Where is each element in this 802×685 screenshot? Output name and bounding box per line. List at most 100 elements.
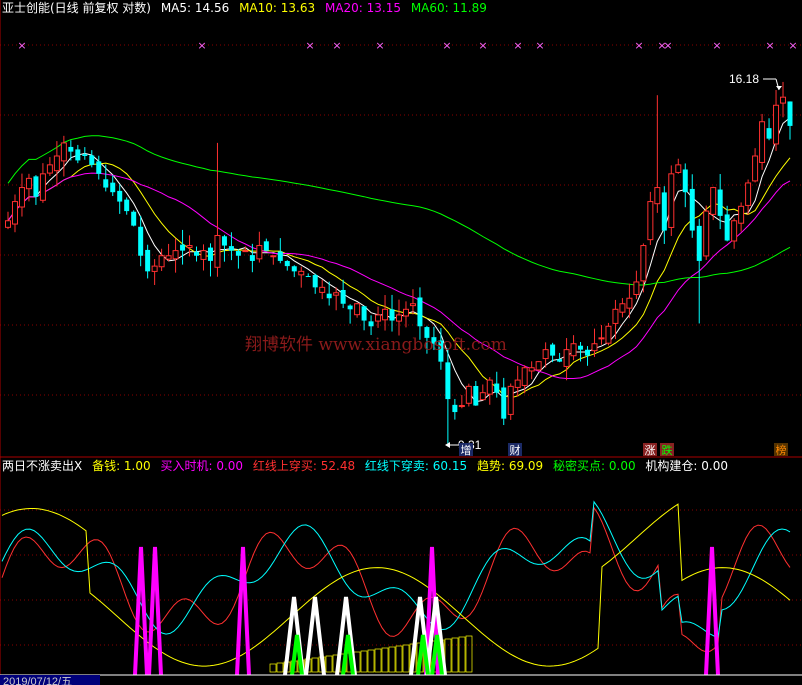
candle-body-up [298, 270, 305, 276]
candle-body-up [465, 385, 472, 404]
signal-marker: × [634, 39, 643, 52]
candle-body-down [33, 176, 39, 197]
candle-body-up [458, 405, 465, 408]
candle-body-up [5, 220, 11, 228]
candle-body-up [773, 104, 780, 145]
candle-body-down [452, 404, 458, 413]
candle-body-down [194, 251, 200, 256]
signal-marker: × [375, 39, 384, 52]
signal-marker: × [332, 39, 341, 52]
candle-body-up [780, 96, 787, 104]
candle-body-down [249, 255, 255, 261]
ma5-line [7, 117, 791, 403]
buy-time-spike [147, 546, 163, 676]
candle-body-down [361, 306, 367, 321]
candle-body-down [445, 362, 451, 400]
candle-body-up [151, 265, 158, 272]
candle-body-down [124, 199, 130, 212]
candle-body-down [766, 128, 772, 139]
candle-body-up [158, 255, 165, 268]
candle-body-down [689, 188, 695, 231]
candle-body-up [759, 121, 766, 163]
trend-bar [451, 637, 459, 673]
candle-body-up [53, 155, 60, 172]
candle-body-down [284, 260, 290, 267]
candle-body-up [535, 361, 542, 371]
indicator-item-red-up: 红线上穿买: 52.48 [252, 459, 356, 473]
candle-body-down [145, 249, 151, 272]
trend-bar [311, 657, 319, 673]
candle-body-up [402, 308, 409, 317]
candle-body-up [375, 314, 382, 322]
candle-body-down [368, 321, 374, 327]
moving-average-lines [7, 117, 791, 403]
candle-body-down [68, 146, 74, 152]
ma20-label: MA20: 13.15 [324, 1, 401, 15]
buy-time-spike [235, 546, 251, 676]
candle-body-up [703, 210, 710, 257]
event-tag: 榜 [776, 443, 787, 457]
trend-bar [269, 663, 277, 673]
signal-marker: × [788, 39, 797, 52]
event-tag: 跌 [662, 443, 673, 457]
candle-body-down [221, 236, 227, 246]
candle-body-up [396, 314, 402, 322]
candle-body-up [514, 379, 521, 388]
candle-body-up [200, 250, 207, 260]
candle-body-down [82, 154, 88, 157]
cyan-indicator-line [1, 500, 791, 638]
candle-body-up [18, 187, 25, 208]
candle-body-down [96, 161, 102, 174]
candle-body-down [277, 251, 283, 261]
ma10-label: MA10: 13.63 [239, 1, 316, 15]
candle-body-up [319, 286, 326, 293]
signal-marker: × [17, 39, 26, 52]
candle-body-up [382, 308, 389, 321]
candle-body-down [180, 244, 186, 251]
high-price-annotation: 16.18 [729, 72, 782, 91]
event-tag: 涨 [645, 444, 656, 457]
stock-chart[interactable]: × × × × × × × × × × ×× × × × 翔博软件 www.xiangbosoft.com… [0, 0, 802, 685]
red-indicator-line [1, 506, 791, 653]
main-chart-header: 亚士创能(日线 前复权 对数) MA5: 14.56 MA10: 13.63 M… [2, 1, 493, 15]
buy-time-spike [133, 546, 149, 676]
indicator-item-institution: 机构建仓: 0.00 [645, 459, 728, 473]
candle-body-up [39, 173, 46, 201]
candle-body-up [745, 182, 752, 206]
candle-body-up [640, 245, 647, 282]
signal-marker: × [513, 39, 522, 52]
trend-bar [381, 647, 389, 673]
candle-body-down [578, 345, 584, 350]
trend-bar [360, 650, 368, 673]
candle-body-up [165, 255, 172, 260]
candle-body-down [661, 192, 667, 231]
candle-body-up [354, 303, 361, 316]
signal-marker: × [535, 39, 544, 52]
candle-body-down [696, 225, 702, 261]
candle-body-down [724, 214, 730, 241]
trend-bar [395, 645, 403, 673]
candle-body-down [131, 211, 137, 226]
candle-body-up [542, 349, 549, 360]
signal-marker: × [197, 39, 206, 52]
indicator-item-reserve: 备钱: 1.00 [92, 459, 151, 473]
candle-body-down [389, 309, 395, 321]
candle-body-up [270, 255, 277, 258]
high-price-label: 16.18 [729, 72, 759, 86]
trend-bar [325, 655, 333, 673]
candle-body-up [633, 281, 640, 296]
candle-body-up [486, 379, 493, 395]
trend-bar [458, 636, 466, 673]
candle-body-up [60, 142, 67, 162]
candle-body-up [172, 250, 179, 260]
event-tag: 财 [510, 443, 521, 457]
candle-body-up [409, 303, 416, 307]
indicator-name: 两日不涨卖出X [2, 459, 83, 473]
candle-body-down [550, 344, 556, 356]
candle-body-up [521, 367, 528, 386]
indicator-header: 两日不涨卖出X 备钱: 1.00 买入时机: 0.00 红线上穿买: 52.48… [2, 459, 734, 473]
signal-marker: × [712, 39, 721, 52]
candle-body-down [138, 226, 144, 256]
candle-body-up [619, 303, 626, 313]
indicator-item-secret-buy: 秘密买点: 0.00 [553, 459, 636, 473]
